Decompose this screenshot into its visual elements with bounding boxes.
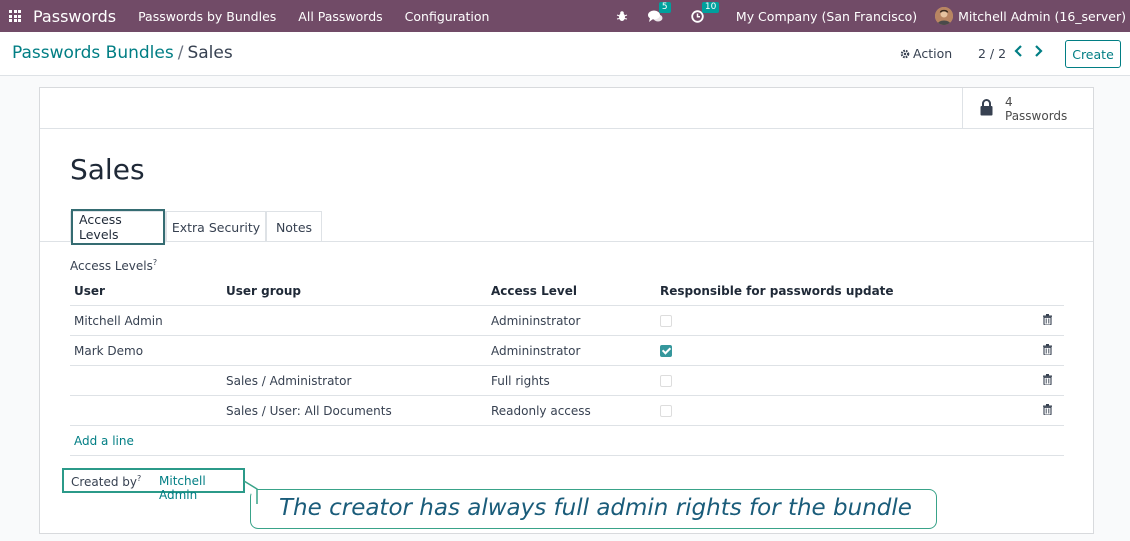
menu-all-passwords[interactable]: All Passwords [298, 9, 382, 24]
menu-passwords-by-bundles[interactable]: Passwords by Bundles [138, 9, 276, 24]
lock-icon [980, 99, 993, 119]
breadcrumb-current: Sales [187, 43, 233, 63]
row-user-group[interactable]: Sales / User: All Documents [226, 404, 392, 418]
button-box: 4 Passwords [40, 88, 1093, 129]
top-navbar: Passwords Passwords by Bundles All Passw… [0, 0, 1130, 32]
trash-icon[interactable] [1043, 374, 1052, 388]
action-label: Action [913, 46, 953, 61]
breadcrumb-parent[interactable]: Passwords Bundles [12, 43, 174, 63]
pager-next-icon[interactable] [1034, 45, 1043, 61]
breadcrumb-separator: / [177, 43, 184, 63]
row-responsible-checkbox[interactable] [660, 375, 672, 387]
table-header: User User group Access Level Responsible… [70, 278, 1064, 306]
callout-text: The creator has always full admin rights… [279, 495, 912, 521]
row-access-level[interactable]: Full rights [491, 374, 550, 388]
trash-icon[interactable] [1043, 404, 1052, 418]
access-levels-table: User User group Access Level Responsible… [70, 278, 1064, 456]
created-by-value[interactable]: Mitchell Admin [159, 474, 243, 502]
column-user[interactable]: User [74, 284, 105, 298]
passwords-stat-button[interactable]: 4 Passwords [962, 88, 1093, 129]
table-row[interactable]: Mark Demo Admininstrator [70, 336, 1064, 366]
control-panel: Passwords Bundles / Sales Action 2 / 2 Cre… [0, 32, 1130, 76]
created-by-label-text: Created by [71, 475, 138, 489]
tab-extra-security[interactable]: Extra Security [166, 211, 266, 242]
row-access-level[interactable]: Admininstrator [491, 314, 580, 328]
created-by-field: Created by? Mitchell Admin [62, 468, 245, 502]
table-row[interactable]: Mitchell Admin Admininstrator [70, 306, 1064, 336]
row-responsible-checkbox[interactable] [660, 315, 672, 327]
tab-notes-label: Notes [275, 219, 313, 235]
row-access-level[interactable]: Readonly access [491, 404, 591, 418]
trash-icon[interactable] [1043, 344, 1052, 358]
row-user[interactable]: Mitchell Admin [74, 314, 163, 328]
company-switcher[interactable]: My Company (San Francisco) [736, 9, 917, 24]
pager-value[interactable]: 2 / 2 [978, 46, 1006, 61]
tab-access-levels-label: Access Levels [71, 209, 165, 245]
breadcrumb: Passwords Bundles / Sales [12, 43, 233, 63]
user-avatar[interactable] [935, 7, 954, 25]
notebook-tabs: Access Levels Extra Security Notes [40, 209, 1093, 245]
tab-extra-security-label: Extra Security [171, 219, 261, 235]
tab-access-levels[interactable]: Access Levels [70, 209, 166, 245]
record-title[interactable]: Sales [70, 153, 145, 186]
chat-badge: 5 [658, 2, 671, 13]
menu-configuration[interactable]: Configuration [405, 9, 490, 24]
access-levels-help-icon[interactable]: ? [153, 258, 157, 267]
access-levels-label-text: Access Levels [70, 259, 153, 273]
chat-icon[interactable]: 5 [648, 2, 671, 24]
table-row[interactable]: Sales / Administrator Full rights [70, 366, 1064, 396]
tab-notes[interactable]: Notes [266, 211, 322, 242]
column-responsible[interactable]: Responsible for passwords update [660, 284, 894, 298]
access-levels-label: Access Levels? [70, 258, 157, 273]
app-brand[interactable]: Passwords [33, 7, 116, 26]
apps-menu-icon[interactable] [9, 10, 21, 22]
table-row[interactable]: Sales / User: All Documents Readonly acc… [70, 396, 1064, 426]
callout-pointer [243, 480, 258, 504]
trash-icon[interactable] [1043, 314, 1052, 328]
create-button[interactable]: Create [1065, 40, 1121, 68]
bug-icon[interactable] [614, 8, 630, 24]
column-user-group[interactable]: User group [226, 284, 301, 298]
systray: 5 10 My Company (San Francisco) Mitchell… [614, 0, 1130, 32]
gear-icon [900, 49, 910, 58]
row-responsible-checkbox[interactable] [660, 405, 672, 417]
activity-clock-icon[interactable]: 10 [690, 2, 720, 24]
add-line-row: Add a line [70, 426, 1064, 456]
created-by-help-icon[interactable]: ? [137, 474, 141, 483]
action-button[interactable]: Action [900, 46, 952, 61]
created-by-label: Created by? [71, 474, 141, 489]
column-access-level[interactable]: Access Level [491, 284, 577, 298]
row-user-group[interactable]: Sales / Administrator [226, 374, 351, 388]
callout-box: The creator has always full admin rights… [250, 489, 937, 529]
row-responsible-checkbox[interactable] [660, 345, 672, 357]
user-menu[interactable]: Mitchell Admin (16_server) [958, 9, 1126, 24]
add-line-link[interactable]: Add a line [74, 434, 134, 448]
row-access-level[interactable]: Admininstrator [491, 344, 580, 358]
form-sheet: 4 Passwords Sales Access Levels Extra Se… [39, 87, 1094, 534]
passwords-label: Passwords [1005, 109, 1068, 123]
row-user[interactable]: Mark Demo [74, 344, 143, 358]
activity-badge: 10 [701, 2, 720, 13]
passwords-count: 4 [1005, 95, 1013, 109]
pager-previous-icon[interactable] [1014, 45, 1023, 61]
